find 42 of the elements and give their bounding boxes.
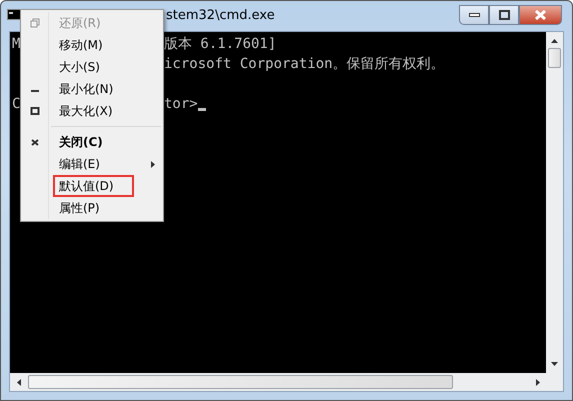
scroll-thumb[interactable] — [548, 48, 561, 68]
maximize-icon — [498, 10, 510, 20]
maximize-button[interactable] — [489, 5, 519, 25]
menu-label: 还原(R) — [58, 15, 102, 32]
text-cursor — [198, 108, 206, 111]
menu-label: 关闭(C) — [58, 134, 104, 151]
menu-item[interactable]: 关闭(C) — [21, 131, 163, 153]
console-text: tor> — [164, 95, 198, 114]
scroll-up-arrow-icon[interactable] — [550, 38, 559, 44]
window-title: stem32\cmd.exe — [166, 7, 275, 25]
menu-label: 编辑(E) — [58, 156, 101, 173]
menu-label: 最大化(X) — [58, 103, 114, 120]
menu-item[interactable]: 最小化(N) — [21, 78, 163, 100]
menu-label: 大小(S) — [58, 59, 101, 76]
scroll-thumb[interactable] — [28, 375, 453, 389]
console-text: C — [12, 96, 20, 112]
restore-icon — [30, 18, 40, 28]
console-text: 版本 6.1.7601] — [164, 35, 276, 54]
close-icon — [534, 10, 547, 20]
menu-item[interactable]: 大小(S) — [21, 56, 163, 78]
scroll-right-arrow-icon[interactable] — [535, 378, 541, 386]
horizontal-scrollbar[interactable] — [10, 373, 563, 391]
menu-label: 属性(P) — [58, 200, 101, 217]
menu-item[interactable]: 编辑(E) — [21, 153, 163, 175]
scroll-down-arrow-icon[interactable] — [550, 361, 559, 367]
minimize-icon — [468, 13, 480, 17]
vertical-scrollbar[interactable] — [546, 32, 563, 373]
scroll-left-arrow-icon[interactable] — [16, 378, 22, 386]
menu-label: 最小化(N) — [58, 81, 114, 98]
menu-item[interactable]: 移动(M) — [21, 34, 163, 56]
maximize-icon — [30, 106, 40, 116]
minimize-button[interactable] — [459, 5, 489, 25]
menu-item[interactable]: 默认值(D) — [21, 175, 163, 197]
menu-label: 移动(M) — [58, 37, 104, 54]
console-text: icrosoft Corporation。保留所有权利。 — [164, 55, 445, 74]
close-icon — [30, 137, 40, 147]
menu-item[interactable]: 最大化(X) — [21, 100, 163, 122]
console-text: M — [12, 36, 20, 52]
close-button[interactable] — [519, 5, 562, 25]
console-icon — [7, 9, 21, 20]
highlighted-menu-label: 默认值(D) — [53, 175, 134, 197]
menu-item[interactable]: 属性(P) — [21, 197, 163, 219]
